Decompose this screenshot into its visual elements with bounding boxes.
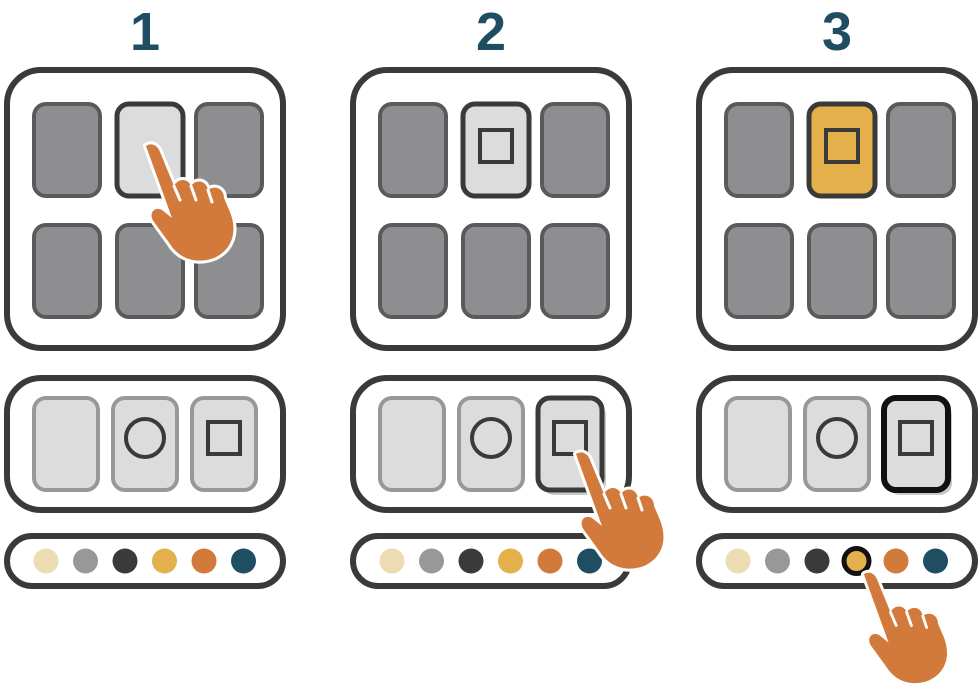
option-body[interactable] — [378, 396, 446, 492]
color-swatch-3[interactable] — [804, 548, 830, 574]
color-swatch-6[interactable] — [231, 548, 256, 574]
step-panel-1: 1 — [0, 0, 300, 684]
option-body[interactable] — [190, 396, 258, 492]
tile-body[interactable] — [806, 101, 878, 199]
color-swatch-5[interactable] — [191, 548, 217, 574]
grid-tile[interactable] — [724, 102, 794, 198]
tile-body[interactable] — [886, 102, 956, 198]
tile-body[interactable] — [540, 223, 610, 319]
step-panel-2: 2 — [346, 0, 667, 684]
tile-body[interactable] — [460, 101, 532, 199]
color-swatch-2[interactable] — [765, 548, 790, 574]
grid-tile[interactable] — [378, 223, 448, 319]
color-swatch-2[interactable] — [419, 548, 444, 574]
grid-tile[interactable] — [807, 223, 877, 319]
tile-body[interactable] — [540, 102, 610, 198]
grid-tile[interactable] — [886, 223, 956, 319]
color-swatch-1[interactable] — [725, 548, 751, 574]
shape-option-circle[interactable] — [803, 396, 871, 492]
color-swatch-5[interactable] — [537, 548, 563, 574]
shape-option-blank[interactable] — [724, 396, 792, 492]
option-body[interactable] — [803, 396, 871, 492]
step-illustration — [696, 67, 978, 684]
color-swatch-6[interactable] — [923, 548, 948, 574]
tile-body[interactable] — [807, 223, 877, 319]
shape-option-circle[interactable] — [457, 396, 525, 492]
step-illustration — [350, 67, 667, 589]
tile-body[interactable] — [724, 102, 794, 198]
color-swatch-4[interactable] — [841, 546, 872, 576]
grid-tile[interactable] — [886, 102, 956, 198]
shape-option-square[interactable] — [881, 395, 952, 495]
shape-option-blank[interactable] — [32, 396, 100, 492]
tile-body[interactable] — [461, 223, 531, 319]
option-body[interactable] — [111, 396, 179, 492]
color-swatch-5[interactable] — [883, 548, 909, 574]
color-swatch-4[interactable] — [152, 548, 177, 574]
grid-tile[interactable] — [806, 101, 878, 199]
grid-tile[interactable] — [32, 223, 102, 319]
color-swatch-1[interactable] — [33, 548, 59, 574]
tile-body[interactable] — [32, 102, 102, 198]
color-swatch-3[interactable] — [112, 548, 138, 574]
shape-option-circle[interactable] — [111, 396, 179, 492]
tile-body[interactable] — [32, 223, 102, 319]
grid-tile[interactable] — [540, 102, 610, 198]
option-body[interactable] — [881, 395, 951, 493]
pointing-hand-icon — [861, 569, 950, 684]
grid-tile[interactable] — [32, 102, 102, 198]
color-swatch-2[interactable] — [73, 548, 98, 574]
shape-option-square[interactable] — [190, 396, 258, 492]
grid-tile[interactable] — [724, 223, 794, 319]
option-body[interactable] — [724, 396, 792, 492]
color-swatch-1[interactable] — [379, 548, 405, 574]
grid-tile[interactable] — [540, 223, 610, 319]
step-panel-3: 3 — [692, 0, 980, 684]
tile-body[interactable] — [378, 102, 448, 198]
step-illustration — [4, 67, 286, 589]
tile-body[interactable] — [724, 223, 794, 319]
grid-tile[interactable] — [461, 223, 531, 319]
option-body[interactable] — [32, 396, 100, 492]
tile-body[interactable] — [886, 223, 956, 319]
option-body[interactable] — [457, 396, 525, 492]
tile-body[interactable] — [378, 223, 448, 319]
color-swatch-3[interactable] — [458, 548, 484, 574]
grid-tile[interactable] — [378, 102, 448, 198]
grid-tile[interactable] — [460, 101, 532, 199]
shape-option-blank[interactable] — [378, 396, 446, 492]
hand-shape — [861, 569, 950, 684]
color-swatch-4[interactable] — [498, 548, 523, 574]
